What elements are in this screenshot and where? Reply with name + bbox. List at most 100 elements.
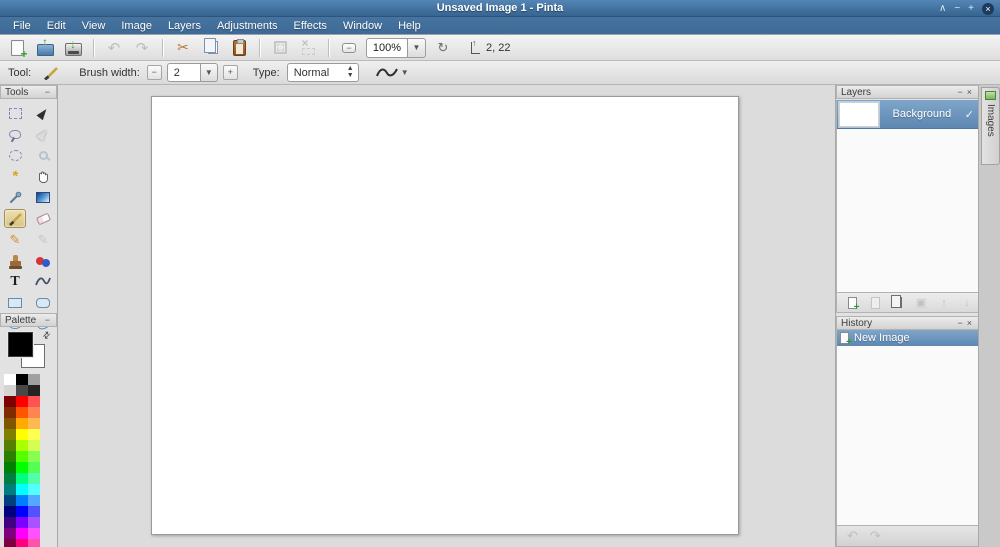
palette-swatch[interactable] [16, 440, 28, 451]
menu-effects[interactable]: Effects [286, 18, 335, 34]
tool-eraser[interactable] [32, 209, 54, 228]
palette-swatch[interactable] [4, 440, 16, 451]
palette-swatch[interactable] [28, 396, 40, 407]
palette-swatch[interactable] [28, 451, 40, 462]
palette-swatch[interactable] [16, 484, 28, 495]
palette-swatch[interactable] [28, 517, 40, 528]
history-panel-minimize-button[interactable]: − [955, 318, 964, 328]
palette-swatch[interactable] [4, 418, 16, 429]
menu-adjustments[interactable]: Adjustments [209, 18, 286, 34]
move-layer-up-button[interactable]: ↑ [937, 295, 951, 311]
tool-magic-wand[interactable]: * [4, 167, 26, 186]
blend-type-select[interactable]: Normal ▲ ▼ [286, 63, 359, 82]
layers-panel-minimize-button[interactable]: − [955, 87, 964, 97]
close-button[interactable]: × [982, 2, 994, 15]
palette-swatch[interactable] [16, 374, 28, 385]
minimize-button[interactable]: − [954, 2, 960, 16]
tool-text[interactable]: T [4, 272, 26, 291]
palette-panel-minimize-button[interactable]: − [43, 315, 52, 325]
history-redo-button[interactable]: ↷ [870, 528, 881, 544]
brush-width-increase-button[interactable]: + [222, 65, 238, 80]
tool-pencil[interactable]: ✎ [4, 230, 26, 249]
palette-swatch[interactable] [16, 517, 28, 528]
deselect-button[interactable]: × [295, 36, 321, 59]
menu-file[interactable]: File [5, 18, 39, 34]
palette-swatch[interactable] [28, 484, 40, 495]
palette-swatch[interactable] [16, 473, 28, 484]
palette-swatch[interactable] [4, 517, 16, 528]
tool-ellipse-select[interactable] [4, 146, 26, 165]
palette-swatch[interactable] [16, 506, 28, 517]
palette-swatch[interactable] [4, 462, 16, 473]
tool-clone-stamp[interactable] [4, 251, 26, 270]
palette-swatch[interactable] [16, 495, 28, 506]
crop-to-selection-button[interactable] [267, 37, 293, 59]
palette-swatch[interactable] [16, 451, 28, 462]
palette-swatch[interactable] [16, 396, 28, 407]
images-tab[interactable]: Images [981, 87, 1000, 165]
tool-line-curve[interactable] [32, 272, 54, 291]
palette-swatch[interactable] [28, 374, 40, 385]
tools-panel-minimize-button[interactable]: − [43, 87, 52, 97]
move-layer-down-button[interactable]: ↓ [960, 295, 974, 311]
maximize-button[interactable]: + [968, 2, 974, 16]
current-tool-button[interactable] [38, 63, 64, 83]
zoom-dropdown-button[interactable]: ▼ [408, 37, 426, 58]
palette-swatch[interactable] [28, 429, 40, 440]
layer-row-background[interactable]: Background ✓ [837, 100, 978, 129]
brush-width-decrease-button[interactable]: − [146, 65, 162, 80]
tool-move-selection[interactable] [32, 125, 54, 144]
layer-visibility-checkbox[interactable]: ✓ [965, 108, 974, 121]
history-row-new-image[interactable]: + New Image [837, 330, 978, 348]
palette-swatch[interactable] [4, 429, 16, 440]
palette-swatch[interactable] [28, 440, 40, 451]
brush-width-input[interactable]: 2 [166, 63, 201, 82]
canvas[interactable] [151, 96, 739, 535]
menu-window[interactable]: Window [335, 18, 390, 34]
zoom-out-button[interactable]: − [336, 37, 362, 59]
menu-image[interactable]: Image [113, 18, 160, 34]
menu-view[interactable]: View [74, 18, 114, 34]
palette-swatch[interactable] [4, 473, 16, 484]
palette-swatch[interactable] [28, 528, 40, 539]
best-fit-button[interactable]: ↻ [430, 37, 456, 59]
cut-button[interactable]: ✂ [170, 37, 196, 59]
palette-swatch[interactable] [16, 462, 28, 473]
palette-swatch[interactable] [28, 539, 40, 547]
palette-swatch[interactable] [28, 385, 40, 396]
palette-swatch[interactable] [28, 462, 40, 473]
delete-layer-button[interactable] [868, 295, 882, 311]
tool-rounded-rectangle[interactable] [32, 293, 54, 312]
tool-paintbrush[interactable] [4, 209, 26, 228]
tool-gradient[interactable] [32, 188, 54, 207]
tool-rectangle-select[interactable] [4, 104, 26, 123]
palette-swatch[interactable] [4, 495, 16, 506]
tool-rectangle[interactable] [4, 293, 26, 312]
menu-edit[interactable]: Edit [39, 18, 74, 34]
palette-swatch[interactable] [16, 429, 28, 440]
palette-swatch[interactable] [4, 407, 16, 418]
palette-swatch[interactable] [4, 539, 16, 547]
tool-zoom[interactable] [32, 146, 54, 165]
palette-swatch[interactable] [4, 385, 16, 396]
redo-button[interactable]: ↷ [129, 37, 155, 59]
tool-move-selected[interactable] [32, 104, 54, 123]
brush-width-dropdown-button[interactable]: ▼ [200, 63, 218, 82]
new-image-button[interactable]: + [4, 37, 30, 61]
palette-swatch[interactable] [28, 495, 40, 506]
shade-button[interactable]: ∧ [939, 2, 946, 16]
palette-swatch[interactable] [28, 407, 40, 418]
zoom-level-input[interactable]: 100% [366, 37, 408, 58]
palette-swatch[interactable] [16, 539, 28, 547]
palette-swatch[interactable] [16, 528, 28, 539]
palette-swatch[interactable] [4, 506, 16, 517]
palette-swatch[interactable] [4, 484, 16, 495]
open-image-button[interactable]: ↑ [32, 35, 58, 59]
palette-swatch[interactable] [4, 528, 16, 539]
palette-swatch[interactable] [16, 418, 28, 429]
tool-color-replace[interactable] [32, 251, 54, 270]
palette-swatch[interactable] [28, 506, 40, 517]
merge-layer-down-button[interactable]: ▣ [914, 295, 928, 311]
paste-button[interactable] [226, 37, 252, 59]
swap-colors-icon[interactable]: ⇄ [41, 329, 54, 342]
